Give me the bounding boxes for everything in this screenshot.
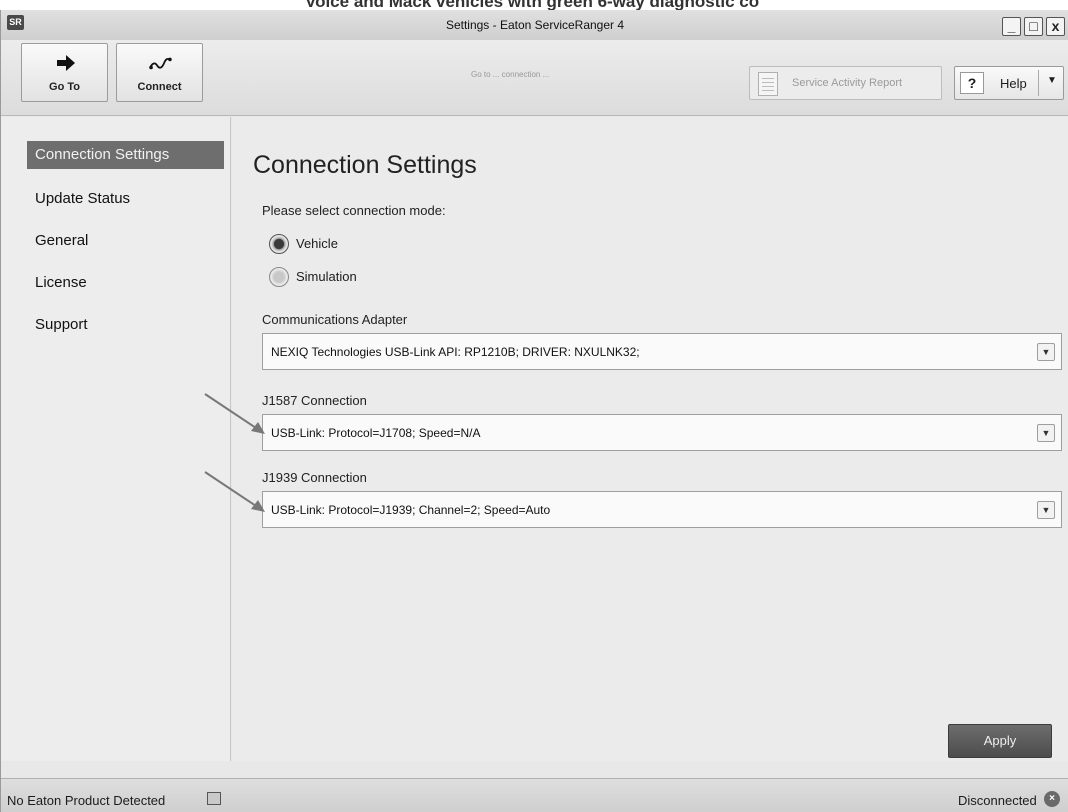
maximize-button[interactable]: □ xyxy=(1024,17,1043,36)
j1939-select[interactable]: USB-Link: Protocol=J1939; Channel=2; Spe… xyxy=(262,491,1062,528)
j1587-select[interactable]: USB-Link: Protocol=J1708; Speed=N/A ▼ xyxy=(262,414,1062,451)
vehicle-mode-radio[interactable]: Vehicle xyxy=(269,234,469,256)
mode-prompt: Please select connection mode: xyxy=(262,203,446,218)
product-status-icon[interactable] xyxy=(207,792,221,805)
close-button[interactable]: x xyxy=(1046,17,1065,36)
simulation-mode-radio[interactable]: Simulation xyxy=(269,267,469,289)
adapter-value: NEXIQ Technologies USB-Link API: RP1210B… xyxy=(271,345,640,359)
background-document-strip: Voice and Mack vehicles with green 6-way… xyxy=(0,0,1068,10)
vehicle-radio-label: Vehicle xyxy=(296,236,338,251)
help-dropdown-icon[interactable]: ▼ xyxy=(1047,75,1057,86)
annotation-arrow-j1587 xyxy=(204,393,265,434)
help-button[interactable]: ? Help ▼ xyxy=(954,66,1064,100)
title-bar[interactable]: SR Settings - Eaton ServiceRanger 4 _ □ … xyxy=(1,10,1068,40)
service-activity-report-button[interactable]: Service Activity Report xyxy=(749,66,942,100)
settings-window: SR Settings - Eaton ServiceRanger 4 _ □ … xyxy=(0,10,1068,812)
apply-button[interactable]: Apply xyxy=(948,724,1052,758)
sidebar-item-update-status[interactable]: Update Status xyxy=(27,185,224,213)
chevron-down-icon[interactable]: ▼ xyxy=(1037,501,1055,519)
chevron-down-icon[interactable]: ▼ xyxy=(1037,343,1055,361)
product-status-text: No Eaton Product Detected xyxy=(7,793,166,808)
sidebar-item-support[interactable]: Support xyxy=(27,311,224,339)
goto-label: Go To xyxy=(49,81,80,93)
help-label: Help xyxy=(1000,76,1027,91)
minimize-button[interactable]: _ xyxy=(1002,17,1021,36)
annotation-arrow-j1939 xyxy=(204,471,265,512)
service-activity-report-label: Service Activity Report xyxy=(792,77,903,89)
background-document-text: Voice and Mack vehicles with green 6-way… xyxy=(305,0,760,10)
sidebar-item-general[interactable]: General xyxy=(27,227,224,255)
help-question-icon: ? xyxy=(960,72,984,94)
connect-label: Connect xyxy=(137,81,182,93)
toolbar-hint: Go to ... connection ... xyxy=(471,70,550,79)
connection-settings-panel: Connection Settings Please select connec… xyxy=(232,117,1068,761)
j1939-label: J1939 Connection xyxy=(262,470,367,485)
status-bar: No Eaton Product Detected Disconnected × xyxy=(1,778,1068,812)
simulation-radio-label: Simulation xyxy=(296,269,357,284)
connect-button[interactable]: Connect xyxy=(116,43,203,102)
adapter-label: Communications Adapter xyxy=(262,312,408,327)
j1587-label: J1587 Connection xyxy=(262,393,367,408)
window-title: Settings - Eaton ServiceRanger 4 xyxy=(445,18,625,32)
sidebar-item-connection-settings[interactable]: Connection Settings xyxy=(27,141,224,169)
sidebar-item-license[interactable]: License xyxy=(27,269,224,297)
page-title: Connection Settings xyxy=(253,151,477,179)
connect-plug-icon xyxy=(149,57,172,70)
connection-status-text: Disconnected xyxy=(958,793,1037,808)
settings-sidebar: Connection Settings Update Status Genera… xyxy=(1,117,231,761)
report-document-icon xyxy=(758,72,778,96)
j1939-value: USB-Link: Protocol=J1939; Channel=2; Spe… xyxy=(271,503,551,517)
j1587-value: USB-Link: Protocol=J1708; Speed=N/A xyxy=(271,426,481,440)
disconnected-icon[interactable]: × xyxy=(1044,791,1060,807)
adapter-select[interactable]: NEXIQ Technologies USB-Link API: RP1210B… xyxy=(262,333,1062,370)
help-divider xyxy=(1038,70,1039,96)
goto-button[interactable]: Go To xyxy=(21,43,108,102)
arrow-right-icon xyxy=(57,55,75,71)
simulation-radio-indicator[interactable] xyxy=(269,267,289,287)
toolbar: Go To Connect Go to ... connection ... S… xyxy=(1,40,1068,116)
chevron-down-icon[interactable]: ▼ xyxy=(1037,424,1055,442)
vehicle-radio-indicator[interactable] xyxy=(269,234,289,254)
